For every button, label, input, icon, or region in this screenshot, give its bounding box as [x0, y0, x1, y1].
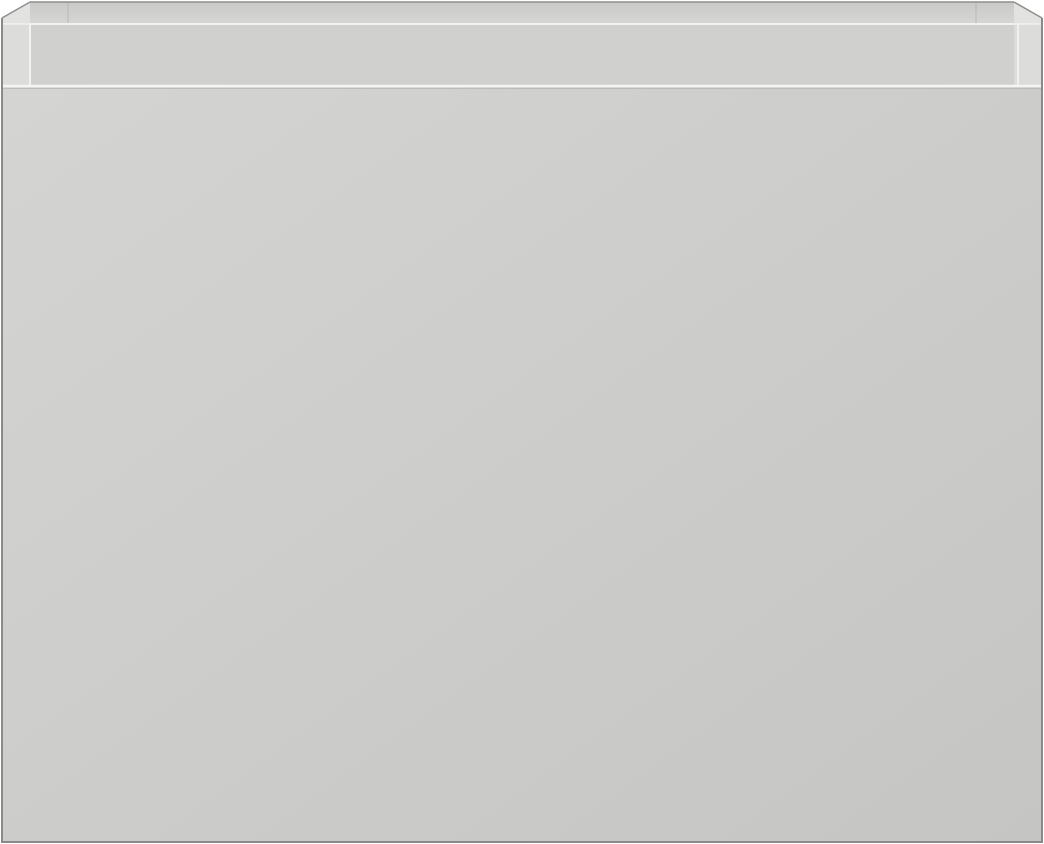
- cabinet-inner-back-wall: [30, 2, 1014, 24]
- cabinet-left-side-panel: [2, 24, 30, 86]
- cabinet-drawer-front: [2, 86, 1042, 842]
- cabinet-top-rail: [30, 24, 1014, 86]
- product-image-canvas: [0, 0, 1044, 844]
- cabinet-illustration: [1, 1, 1043, 843]
- cabinet-inner-right-wall: [1014, 2, 1042, 24]
- cabinet-inner-left-wall: [2, 2, 30, 24]
- cabinet-body: [1, 1, 1043, 843]
